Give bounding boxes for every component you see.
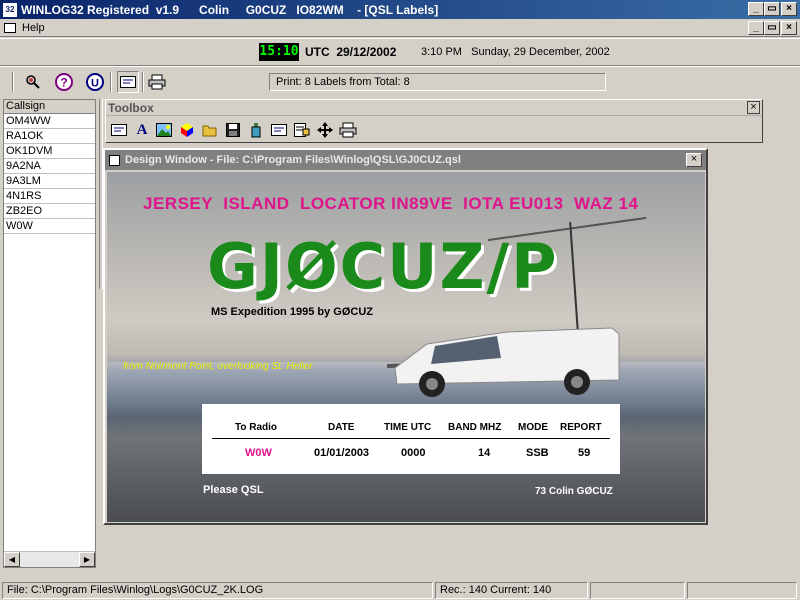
list-item[interactable]: RA1OK <box>4 129 95 144</box>
please-qsl[interactable]: Please QSL <box>203 484 264 496</box>
design-window: Design Window - File: C:\Program Files\W… <box>103 148 708 525</box>
image-icon[interactable] <box>155 121 173 139</box>
printer-icon[interactable] <box>339 121 357 139</box>
document-icon <box>4 22 16 33</box>
card-headline[interactable]: JERSEY ISLAND LOCATOR IN89VE IOTA EU013 … <box>143 194 638 214</box>
main-toolbar: ? U Print: 8 Labels from Total: 8 <box>0 66 800 96</box>
svg-text:?: ? <box>60 76 67 90</box>
card-location[interactable]: from Noirmont Point, overlooking St. Hel… <box>123 361 313 372</box>
callsign-list[interactable]: Callsign OM4WW RA1OK OK1DVM 9A2NA 9A3LM … <box>3 99 96 568</box>
menu-help[interactable]: Help <box>4 22 45 34</box>
child-restore-button[interactable]: ▭ <box>764 21 780 35</box>
window-title: WINLOG32 Registered v1.9 Colin G0CUZ IO8… <box>21 2 439 17</box>
list-edit-icon[interactable] <box>293 121 311 139</box>
table-header: TIME UTC <box>384 422 432 433</box>
list-item[interactable]: 9A2NA <box>4 159 95 174</box>
search-icon[interactable] <box>22 71 44 93</box>
svg-text:U: U <box>91 78 99 90</box>
label-icon[interactable] <box>117 71 139 93</box>
close-button[interactable]: × <box>781 2 797 16</box>
label-icon[interactable] <box>270 121 288 139</box>
table-header: MODE <box>518 422 548 433</box>
save-icon[interactable] <box>224 121 242 139</box>
folder-open-icon[interactable] <box>201 121 219 139</box>
user-icon[interactable]: U <box>84 71 106 93</box>
help-icon[interactable]: ? <box>53 71 75 93</box>
card-callsign[interactable]: GJØCUZ/P <box>207 230 559 303</box>
time-bar: 15:10 UTC 29/12/2002 3:10 PM Sunday, 29 … <box>0 38 800 66</box>
table-header: BAND MHZ <box>448 422 502 433</box>
table-cell: 14 <box>478 447 491 459</box>
status-panel <box>687 582 797 599</box>
list-item[interactable]: OM4WW <box>4 114 95 129</box>
table-divider <box>212 438 610 439</box>
antenna-mast <box>569 222 579 332</box>
toolbar-separator <box>110 72 112 92</box>
design-window-titlebar[interactable]: Design Window - File: C:\Program Files\W… <box>105 150 706 170</box>
qsl-card[interactable]: JERSEY ISLAND LOCATOR IN89VE IOTA EU013 … <box>107 172 705 522</box>
status-panel <box>590 582 685 599</box>
table-cell: SSB <box>526 447 549 459</box>
minimize-button[interactable]: _ <box>748 2 764 16</box>
list-item[interactable]: W0W <box>4 219 95 234</box>
menu-bar: Help _ ▭ × <box>0 19 800 37</box>
scroll-left-icon[interactable]: ◀ <box>4 552 20 567</box>
clock-display: 15:10 <box>259 43 299 61</box>
scroll-right-icon[interactable]: ▶ <box>79 552 95 567</box>
status-records: Rec.: 140 Current: 140 <box>435 582 588 599</box>
toolbar-separator <box>142 72 144 92</box>
table-cell: W0W <box>245 447 272 459</box>
table-header: DATE <box>328 422 355 433</box>
table-cell: 59 <box>578 447 591 459</box>
status-file: File: C:\Program Files\Winlog\Logs\G0CUZ… <box>2 582 433 599</box>
document-icon <box>109 154 120 166</box>
table-cell: 0000 <box>401 447 426 459</box>
design-close-button[interactable]: × <box>686 153 702 167</box>
color-icon[interactable] <box>178 121 196 139</box>
move-icon[interactable] <box>316 121 334 139</box>
toolbox-title: Toolbox <box>106 100 762 116</box>
print-info-field: Print: 8 Labels from Total: 8 <box>269 73 606 91</box>
title-bar: 32 WINLOG32 Registered v1.9 Colin G0CUZ … <box>0 0 800 19</box>
list-item[interactable]: ZB2EO <box>4 204 95 219</box>
callsign-header[interactable]: Callsign <box>4 100 95 114</box>
van-photo <box>387 327 620 397</box>
card-expedition[interactable]: MS Expedition 1995 by GØCUZ <box>211 306 373 318</box>
child-close-button[interactable]: × <box>781 21 797 35</box>
design-window-title: Design Window - File: C:\Program Files\W… <box>125 154 461 166</box>
table-cell: 01/01/2003 <box>314 447 370 459</box>
qso-table[interactable]: To Radio DATE TIME UTC BAND MHZ MODE REP… <box>202 404 620 474</box>
restore-button[interactable]: ▭ <box>764 2 780 16</box>
child-minimize-button[interactable]: _ <box>748 21 764 35</box>
list-item[interactable]: OK1DVM <box>4 144 95 159</box>
toolbox-panel: Toolbox × A <box>105 99 763 143</box>
list-item[interactable]: 9A3LM <box>4 174 95 189</box>
text-tool-icon[interactable]: A <box>133 121 151 139</box>
app-icon: 32 <box>3 2 17 17</box>
horizontal-scrollbar[interactable]: ◀ ▶ <box>4 551 95 567</box>
list-item[interactable]: 4N1RS <box>4 189 95 204</box>
toolbox-close-button[interactable]: × <box>747 101 760 114</box>
printer-icon[interactable] <box>146 71 168 93</box>
local-time: 3:10 PM Sunday, 29 December, 2002 <box>421 46 610 58</box>
utc-date: UTC 29/12/2002 <box>305 45 397 59</box>
table-header: To Radio <box>235 422 278 433</box>
bottle-icon[interactable] <box>247 121 265 139</box>
toolbar-separator <box>12 72 14 92</box>
table-header: REPORT <box>560 422 602 433</box>
label-icon[interactable] <box>110 121 128 139</box>
status-bar: File: C:\Program Files\Winlog\Logs\G0CUZ… <box>0 580 800 600</box>
card-signoff[interactable]: 73 Colin GØCUZ <box>535 486 613 497</box>
